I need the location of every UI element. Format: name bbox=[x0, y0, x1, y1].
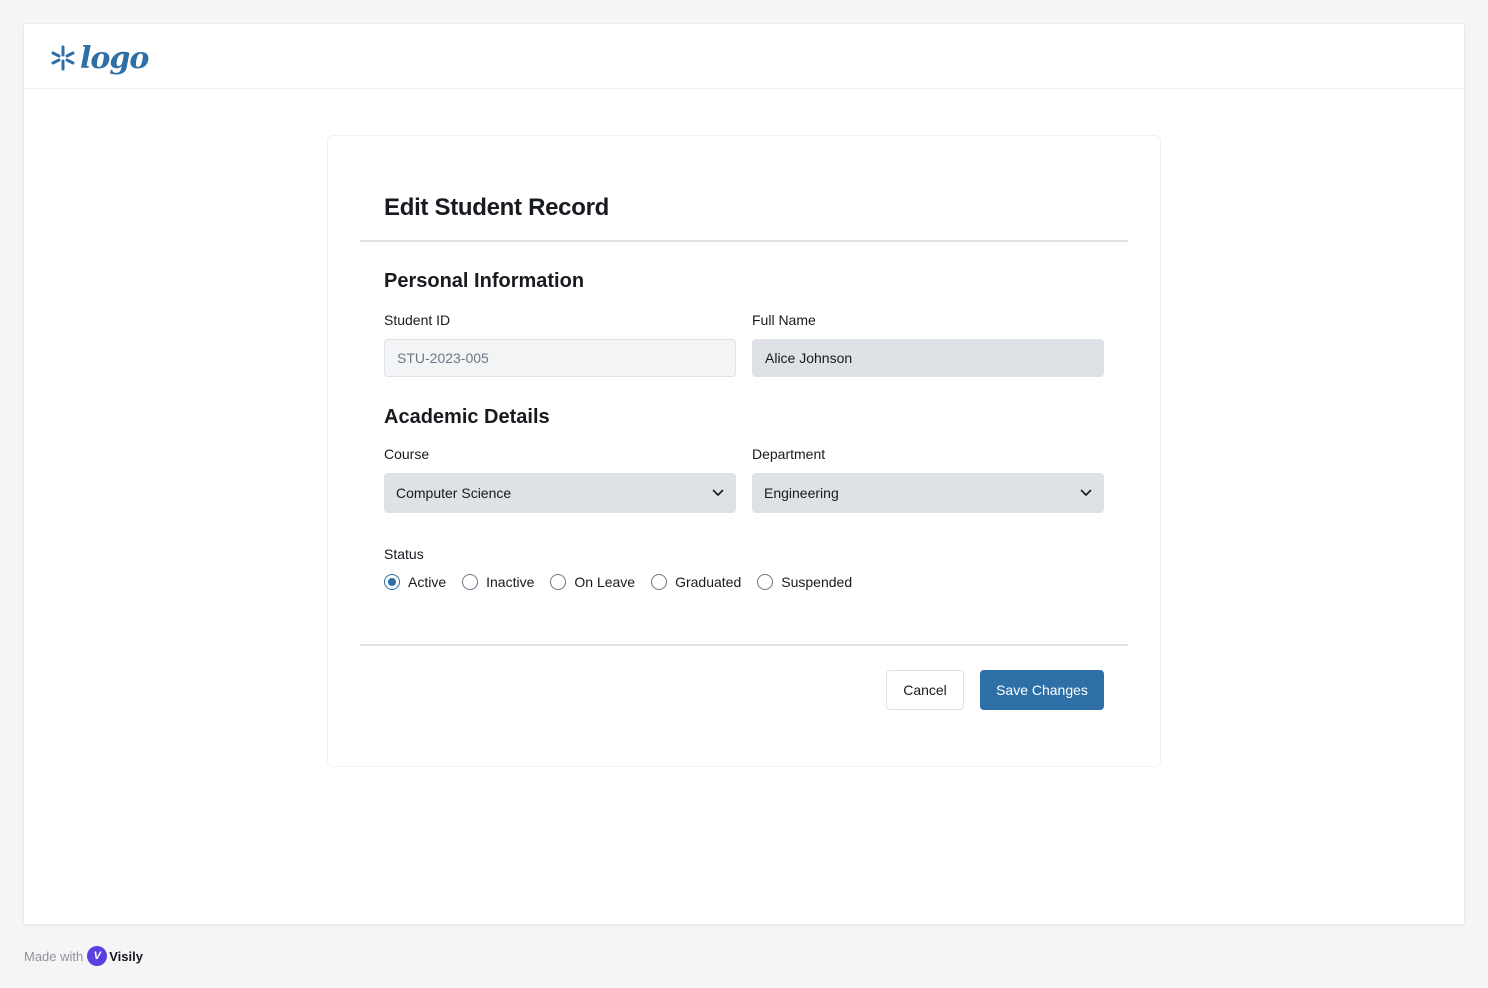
edit-student-card: Edit Student Record Personal Information… bbox=[327, 135, 1161, 767]
footer-divider bbox=[360, 644, 1128, 646]
department-value: Engineering bbox=[764, 485, 839, 501]
full-name-field[interactable]: Alice Johnson bbox=[752, 339, 1104, 377]
app-frame: logo Edit Student Record Personal Inform… bbox=[24, 24, 1464, 924]
academic-details-heading: Academic Details bbox=[384, 406, 550, 428]
chevron-down-icon bbox=[712, 489, 724, 497]
status-radio-suspended[interactable] bbox=[757, 574, 774, 590]
full-name-value: Alice Johnson bbox=[765, 350, 853, 366]
student-id-label: Student ID bbox=[384, 312, 451, 328]
logo-text: logo bbox=[80, 40, 149, 76]
course-value: Computer Science bbox=[396, 485, 512, 501]
logo[interactable]: logo bbox=[50, 38, 149, 78]
full-name-label: Full Name bbox=[752, 312, 816, 328]
status-label: Status bbox=[384, 546, 424, 562]
course-select[interactable]: Computer Science bbox=[384, 473, 736, 513]
status-option-suspended[interactable]: Suspended bbox=[757, 574, 852, 590]
status-option-label: Suspended bbox=[781, 574, 853, 590]
chevron-down-icon bbox=[1080, 489, 1092, 497]
status-option-label: Active bbox=[408, 574, 447, 590]
title-divider bbox=[360, 240, 1128, 242]
status-option-inactive[interactable]: Inactive bbox=[462, 574, 534, 590]
visily-logo-icon: V bbox=[87, 946, 108, 966]
visily-brand-text: Visily bbox=[109, 948, 143, 964]
page-title: Edit Student Record bbox=[384, 194, 609, 221]
asterisk-logo-icon bbox=[50, 44, 76, 72]
status-radio-graduated[interactable] bbox=[651, 574, 668, 590]
cancel-button[interactable]: Cancel bbox=[886, 670, 964, 710]
header: logo bbox=[24, 24, 1464, 89]
made-with-visily[interactable]: Made with V Visily bbox=[24, 946, 143, 966]
student-id-value: STU-2023-005 bbox=[397, 350, 489, 366]
student-id-field: STU-2023-005 bbox=[384, 339, 736, 377]
status-option-graduated[interactable]: Graduated bbox=[651, 574, 741, 590]
status-option-active[interactable]: Active bbox=[384, 574, 446, 590]
personal-information-heading: Personal Information bbox=[384, 270, 585, 292]
made-with-text: Made with bbox=[24, 948, 84, 964]
status-option-label: Graduated bbox=[675, 574, 742, 590]
course-label: Course bbox=[384, 446, 430, 462]
status-radio-group: Active Inactive On Leave Graduated Suspe… bbox=[384, 572, 868, 592]
department-select[interactable]: Engineering bbox=[752, 473, 1104, 513]
status-option-label: On Leave bbox=[574, 574, 636, 590]
status-radio-on-leave[interactable] bbox=[550, 574, 567, 590]
status-radio-inactive[interactable] bbox=[462, 574, 479, 590]
status-radio-active[interactable] bbox=[384, 574, 400, 590]
save-changes-button[interactable]: Save Changes bbox=[980, 670, 1104, 710]
department-label: Department bbox=[752, 446, 826, 462]
status-option-on-leave[interactable]: On Leave bbox=[550, 574, 635, 590]
status-option-label: Inactive bbox=[486, 574, 535, 590]
